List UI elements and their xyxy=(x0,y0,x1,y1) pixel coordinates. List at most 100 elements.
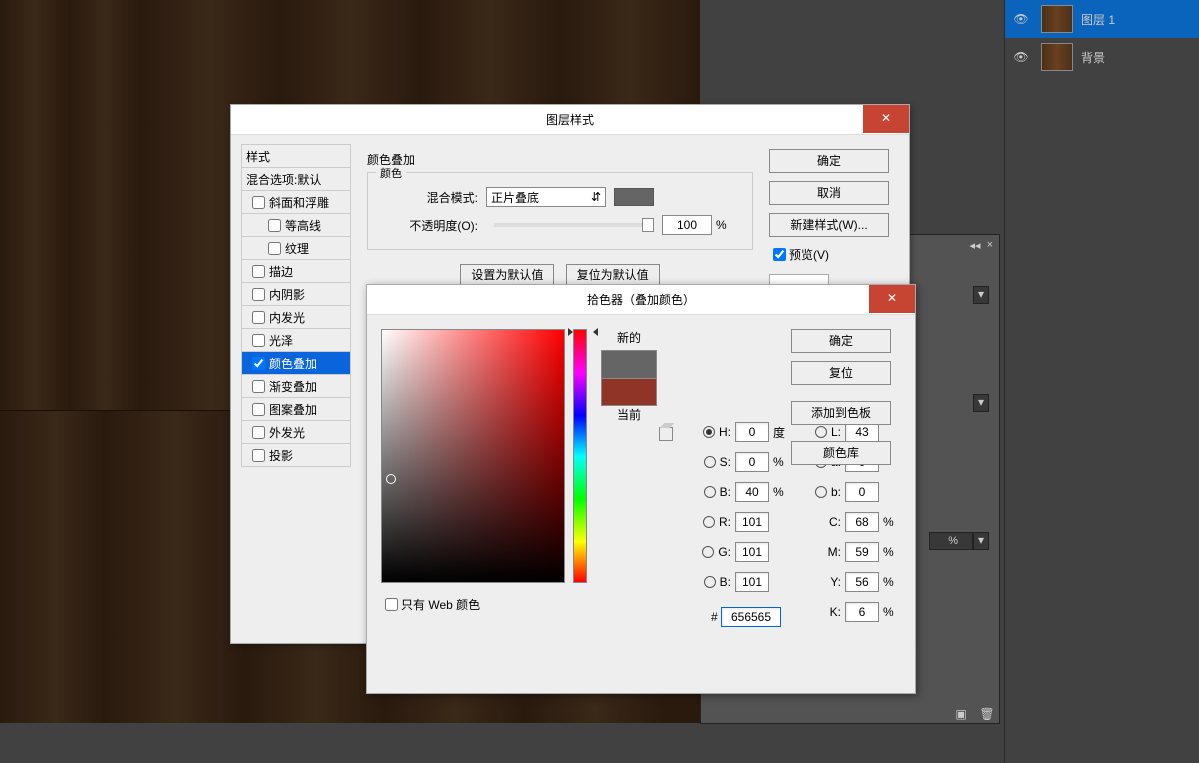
style-inner-glow[interactable]: 内发光 xyxy=(241,305,351,329)
blend-mode-label: 混合模式: xyxy=(378,189,478,206)
style-satin[interactable]: 光泽 xyxy=(241,328,351,352)
web-only-label: 只有 Web 颜色 xyxy=(401,596,480,613)
checkbox[interactable] xyxy=(252,265,265,278)
blend-mode-combo[interactable]: 正片叠底⇵ xyxy=(486,187,606,207)
overlay-color-swatch[interactable] xyxy=(614,188,654,206)
checkbox[interactable] xyxy=(252,403,265,416)
checkbox[interactable] xyxy=(252,380,265,393)
style-outer-glow[interactable]: 外发光 xyxy=(241,420,351,444)
ok-button[interactable]: 确定 xyxy=(769,149,889,173)
preview-checkbox[interactable] xyxy=(773,248,786,261)
current-color-swatch[interactable] xyxy=(601,378,657,406)
radio-bl[interactable] xyxy=(704,576,716,588)
color-cursor[interactable] xyxy=(386,474,396,484)
style-inner-shadow[interactable]: 内阴影 xyxy=(241,282,351,306)
y-input[interactable]: 56 xyxy=(845,572,879,592)
style-gradient-overlay[interactable]: 渐变叠加 xyxy=(241,374,351,398)
color-library-button[interactable]: 颜色库 xyxy=(791,441,891,465)
style-bevel[interactable]: 斜面和浮雕 xyxy=(241,190,351,214)
add-swatch-button[interactable]: 添加到色板 xyxy=(791,401,891,425)
style-list: 样式 混合选项:默认 斜面和浮雕 等高线 纹理 描边 内阴影 内发光 光泽 颜色… xyxy=(241,145,351,633)
hex-input[interactable]: 656565 xyxy=(721,607,781,627)
h-input[interactable]: 0 xyxy=(735,422,769,442)
radio-g[interactable] xyxy=(702,546,714,558)
visibility-icon[interactable]: 👁 xyxy=(1009,50,1033,64)
layer-row-1[interactable]: 👁 图层 1 xyxy=(1005,0,1199,38)
close-icon[interactable]: × xyxy=(987,239,993,251)
color-fieldset: 颜色 混合模式: 正片叠底⇵ 不透明度(O): 100 % xyxy=(367,172,753,250)
b-lab-input[interactable]: 0 xyxy=(845,482,879,502)
g-input[interactable]: 101 xyxy=(735,542,769,562)
picker-area: 新的 当前 只有 Web 颜色 xyxy=(381,329,661,679)
percent-field[interactable]: % xyxy=(929,532,973,550)
collapse-icon[interactable]: ◂◂ xyxy=(970,239,981,252)
new-color-label: 新的 xyxy=(597,329,661,346)
new-style-button[interactable]: 新建样式(W)... xyxy=(769,213,889,237)
opacity-slider[interactable] xyxy=(494,223,654,227)
hue-slider[interactable] xyxy=(573,329,587,583)
style-drop-shadow[interactable]: 投影 xyxy=(241,443,351,467)
trash-icon[interactable]: 🗑 xyxy=(979,707,995,721)
section-title: 颜色叠加 xyxy=(367,151,753,168)
reset-button[interactable]: 复位 xyxy=(791,361,891,385)
dropdown-icon[interactable]: ▾ xyxy=(973,286,989,304)
b-hsb-input[interactable]: 40 xyxy=(735,482,769,502)
radio-h[interactable] xyxy=(703,426,715,438)
dropdown-icon[interactable]: ▾ xyxy=(973,532,989,550)
new-color-swatch[interactable] xyxy=(601,350,657,378)
dropdown-icon[interactable]: ▾ xyxy=(973,394,989,412)
reset-default-button[interactable]: 复位为默认值 xyxy=(566,264,660,286)
checkbox[interactable] xyxy=(252,426,265,439)
cancel-button[interactable]: 取消 xyxy=(769,181,889,205)
checkbox[interactable] xyxy=(252,357,265,370)
saturation-value-box[interactable] xyxy=(381,329,565,583)
s-input[interactable]: 0 xyxy=(735,452,769,472)
current-color-label: 当前 xyxy=(597,406,661,423)
checkbox[interactable] xyxy=(252,334,265,347)
r-input[interactable]: 101 xyxy=(735,512,769,532)
style-stroke[interactable]: 描边 xyxy=(241,259,351,283)
dialog-title: 拾色器（叠加颜色） xyxy=(587,291,695,308)
k-input[interactable]: 6 xyxy=(845,602,879,622)
b-rgb-input[interactable]: 101 xyxy=(735,572,769,592)
style-contour[interactable]: 等高线 xyxy=(241,213,351,237)
style-texture[interactable]: 纹理 xyxy=(241,236,351,260)
cube-icon[interactable] xyxy=(659,427,673,441)
hue-marker[interactable] xyxy=(568,328,598,334)
ok-button[interactable]: 确定 xyxy=(791,329,891,353)
visibility-icon[interactable]: 👁 xyxy=(1009,12,1033,26)
dialog-title: 图层样式 xyxy=(546,111,594,128)
close-button[interactable]: ✕ xyxy=(869,285,915,313)
blend-options-row[interactable]: 混合选项:默认 xyxy=(241,167,351,191)
slider-thumb[interactable] xyxy=(642,218,654,232)
layer-thumbnail[interactable] xyxy=(1041,43,1073,71)
set-default-button[interactable]: 设置为默认值 xyxy=(460,264,554,286)
checkbox[interactable] xyxy=(268,242,281,255)
checkbox[interactable] xyxy=(252,288,265,301)
opacity-value[interactable]: 100 xyxy=(662,215,712,235)
checkbox[interactable] xyxy=(252,196,265,209)
radio-b[interactable] xyxy=(704,486,716,498)
new-icon[interactable]: ▣ xyxy=(953,707,969,721)
picker-buttons: 确定 复位 添加到色板 颜色库 xyxy=(791,329,899,473)
radio-bb[interactable] xyxy=(815,486,827,498)
checkbox[interactable] xyxy=(268,219,281,232)
c-input[interactable]: 68 xyxy=(845,512,879,532)
web-only-checkbox[interactable] xyxy=(385,598,398,611)
checkbox[interactable] xyxy=(252,311,265,324)
radio-s[interactable] xyxy=(704,456,716,468)
layer-thumbnail[interactable] xyxy=(1041,5,1073,33)
checkbox[interactable] xyxy=(252,449,265,462)
radio-r[interactable] xyxy=(703,516,715,528)
m-input[interactable]: 59 xyxy=(845,542,879,562)
dialog-titlebar[interactable]: 拾色器（叠加颜色） ✕ xyxy=(367,285,915,315)
dialog-titlebar[interactable]: 图层样式 ✕ xyxy=(231,105,909,135)
close-button[interactable]: ✕ xyxy=(863,105,909,133)
style-pattern-overlay[interactable]: 图案叠加 xyxy=(241,397,351,421)
style-color-overlay[interactable]: 颜色叠加 xyxy=(241,351,351,375)
styles-header[interactable]: 样式 xyxy=(241,144,351,168)
layer-row-bg[interactable]: 👁 背景 xyxy=(1005,38,1199,76)
color-preview: 新的 当前 xyxy=(597,329,661,583)
chevron-down-icon: ⇵ xyxy=(591,190,601,204)
layers-panel: 👁 图层 1 👁 背景 xyxy=(1004,0,1199,763)
